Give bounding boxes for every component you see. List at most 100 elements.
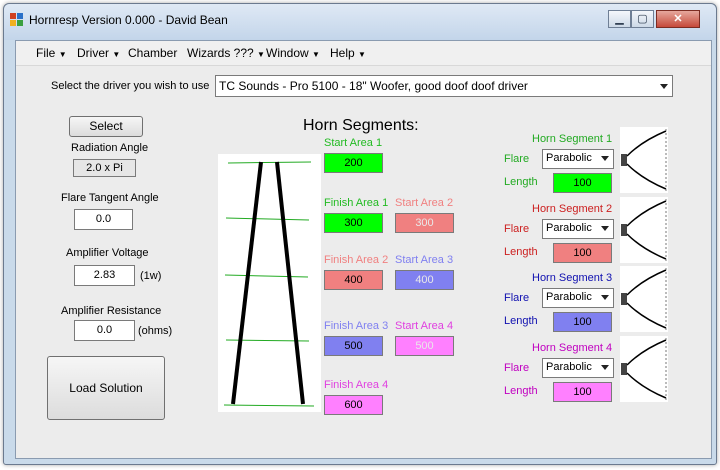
area-label: Finish Area 4: [324, 379, 389, 391]
horn-diagram: [218, 154, 321, 412]
segment-flare-value: Parabolic: [546, 222, 592, 234]
driver-body-shape: [621, 154, 627, 166]
menu-chamber-label: Chamber: [128, 46, 178, 60]
area-value[interactable]: 500: [395, 336, 454, 356]
driver-select[interactable]: TC Sounds - Pro 5100 - 18" Woofer, good …: [215, 75, 673, 97]
menu-driver[interactable]: Driver ▼: [77, 46, 120, 60]
segment-length-value[interactable]: 100: [553, 243, 612, 263]
segment-preview-bg: [620, 336, 668, 402]
segment-length-value[interactable]: 100: [553, 382, 612, 402]
area-value[interactable]: 300: [324, 213, 383, 233]
maximize-icon[interactable]: ▢: [631, 10, 654, 28]
chevron-down-icon: [601, 156, 609, 161]
area-value[interactable]: 400: [324, 270, 383, 290]
chevron-down-icon: [601, 226, 609, 231]
menu-wizards[interactable]: Wizards ??? ▼: [187, 46, 265, 60]
horn-diagram-bg: [218, 154, 321, 412]
menu-help[interactable]: Help ▼: [330, 46, 366, 60]
close-icon[interactable]: ✕: [656, 10, 700, 28]
window-title: Hornresp Version 0.000 - David Bean: [29, 13, 228, 27]
menu-file[interactable]: File ▼: [36, 46, 67, 60]
driver-body-shape: [621, 224, 627, 236]
segment-flare-select[interactable]: Parabolic: [542, 358, 614, 378]
segment-length-value[interactable]: 100: [553, 312, 612, 332]
area-label: Finish Area 1: [324, 197, 389, 209]
area-label: Start Area 4: [395, 320, 454, 332]
client-area: File ▼ Driver ▼ Chamber Wizards ??? ▼ Wi…: [15, 40, 712, 459]
segment-title: Horn Segment 2: [532, 203, 613, 215]
area-label: Start Area 1: [324, 137, 383, 149]
chevron-down-icon: ▼: [358, 50, 366, 59]
segment-flare-value: Parabolic: [546, 361, 592, 373]
driver-select-value: TC Sounds - Pro 5100 - 18" Woofer, good …: [219, 79, 528, 93]
segment-preview-bg: [620, 127, 668, 193]
amp-voltage-input[interactable]: 2.83: [74, 265, 135, 286]
area-label: Start Area 3: [395, 254, 454, 266]
flare-tangent-label: Flare Tangent Angle: [61, 192, 159, 204]
title-bar[interactable]: Hornresp Version 0.000 - David Bean ▁ ▢ …: [4, 4, 716, 40]
area-label: Finish Area 3: [324, 320, 389, 332]
menu-file-label: File: [36, 46, 56, 60]
chevron-down-icon: [601, 295, 609, 300]
segment-preview-bg: [620, 266, 668, 332]
chevron-down-icon: ▼: [112, 50, 121, 59]
radiation-angle-label: Radiation Angle: [71, 142, 149, 154]
segment-length-label: Length: [504, 176, 538, 188]
segment-flare-label: Flare: [504, 153, 530, 165]
load-solution-button[interactable]: Load Solution: [47, 356, 165, 420]
segment-preview-bg: [620, 197, 668, 263]
segment-flare-label: Flare: [504, 223, 530, 235]
menu-bar: File ▼ Driver ▼ Chamber Wizards ??? ▼ Wi…: [16, 41, 711, 66]
area-label: Start Area 2: [395, 197, 454, 209]
area-value[interactable]: 200: [324, 153, 383, 173]
radiation-angle-value[interactable]: 2.0 x Pi: [73, 159, 136, 177]
amp-resistance-unit: (ohms): [138, 325, 173, 337]
segment-flare-value: Parabolic: [546, 152, 592, 164]
chevron-down-icon: [601, 365, 609, 370]
driver-prompt: Select the driver you wish to use: [51, 80, 210, 92]
chevron-down-icon: ▼: [58, 50, 67, 59]
menu-wizards-label: Wizards ???: [187, 46, 254, 60]
amp-resistance-label: Amplifier Resistance: [61, 305, 162, 317]
app-icon: [10, 13, 24, 27]
area-value[interactable]: 400: [395, 270, 454, 290]
menu-driver-label: Driver: [77, 46, 109, 60]
menu-window[interactable]: Window ▼: [266, 46, 320, 60]
horn-segments-title: Horn Segments:: [303, 117, 419, 134]
segment-length-label: Length: [504, 385, 538, 397]
menu-chamber[interactable]: Chamber: [128, 46, 177, 60]
segment-flare-label: Flare: [504, 362, 530, 374]
amp-voltage-unit: (1w): [140, 270, 162, 282]
segment-flare-select[interactable]: Parabolic: [542, 149, 614, 169]
segment-length-label: Length: [504, 315, 538, 327]
segment-title: Horn Segment 1: [532, 133, 613, 145]
segment-title: Horn Segment 4: [532, 342, 613, 354]
flare-tangent-input[interactable]: 0.0: [74, 209, 133, 230]
segment-preview-graphic: [620, 266, 668, 332]
menu-window-label: Window: [266, 46, 309, 60]
segment-title: Horn Segment 3: [532, 272, 613, 284]
segment-length-label: Length: [504, 246, 538, 258]
area-value[interactable]: 600: [324, 395, 383, 415]
amp-resistance-input[interactable]: 0.0: [74, 320, 135, 341]
segment-length-value[interactable]: 100: [553, 173, 612, 193]
chevron-down-icon: [660, 84, 668, 89]
segment-preview-graphic: [620, 197, 668, 263]
area-value[interactable]: 300: [395, 213, 454, 233]
driver-body-shape: [621, 293, 627, 305]
driver-body-shape: [621, 363, 627, 375]
chevron-down-icon: ▼: [312, 50, 320, 59]
select-button[interactable]: Select: [69, 116, 143, 137]
amp-voltage-label: Amplifier Voltage: [66, 247, 149, 259]
segment-preview-graphic: [620, 336, 668, 402]
minimize-icon[interactable]: ▁: [608, 10, 631, 28]
app-window: Hornresp Version 0.000 - David Bean ▁ ▢ …: [3, 3, 717, 465]
area-label: Finish Area 2: [324, 254, 389, 266]
segment-flare-value: Parabolic: [546, 291, 592, 303]
menu-help-label: Help: [330, 46, 355, 60]
segment-flare-select[interactable]: Parabolic: [542, 288, 614, 308]
chevron-down-icon: ▼: [257, 50, 265, 59]
area-value[interactable]: 500: [324, 336, 383, 356]
segment-flare-select[interactable]: Parabolic: [542, 219, 614, 239]
segment-flare-label: Flare: [504, 292, 530, 304]
